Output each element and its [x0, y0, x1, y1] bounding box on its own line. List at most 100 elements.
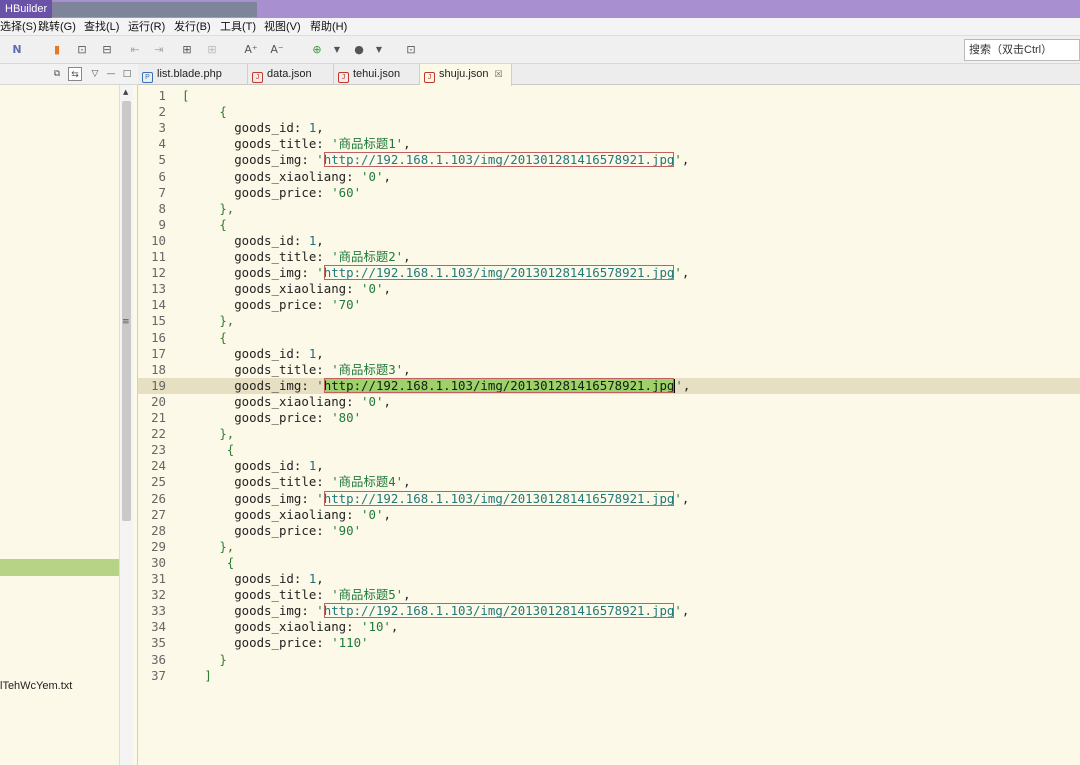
- run-dropdown-icon[interactable]: ▼: [330, 42, 344, 56]
- code-token: goods_id:: [182, 345, 309, 361]
- code-token: ,: [383, 281, 391, 297]
- code-line[interactable]: 9 {: [138, 217, 1080, 233]
- link-editor-icon[interactable]: ⇆: [68, 67, 82, 81]
- comment-icon[interactable]: ⊞: [180, 42, 194, 56]
- code-line[interactable]: 13 goods_xiaoliang: '0',: [138, 281, 1080, 297]
- line-number: 16: [151, 329, 166, 345]
- bookmark-icon[interactable]: ▮: [50, 42, 64, 56]
- code-line[interactable]: 3 goods_id: 1,: [138, 120, 1080, 136]
- code-line[interactable]: 27 goods_xiaoliang: '0',: [138, 507, 1080, 523]
- minimize-icon[interactable]: —: [104, 67, 118, 81]
- new-file-icon[interactable]: ⊡: [75, 42, 89, 56]
- browser-icon[interactable]: ●: [352, 42, 366, 56]
- code-line[interactable]: 25 goods_title: '商品标题4',: [138, 474, 1080, 490]
- font-increase-icon[interactable]: A⁺: [244, 42, 258, 56]
- code-line[interactable]: 6 goods_xiaoliang: '0',: [138, 169, 1080, 185]
- tab-list-blade-php[interactable]: Plist.blade.php: [138, 64, 248, 85]
- code-token: ,: [316, 458, 324, 474]
- code-line[interactable]: 2 {: [138, 104, 1080, 120]
- line-number: 1: [158, 88, 166, 103]
- menu-select[interactable]: 选择(S): [0, 18, 37, 36]
- indent-right-icon[interactable]: ⇥: [152, 42, 166, 56]
- code-token: ,: [681, 490, 690, 506]
- code-line[interactable]: 36 }: [138, 652, 1080, 668]
- browser-dropdown-icon[interactable]: ▼: [372, 42, 386, 56]
- code-editor[interactable]: 1[2 {3 goods_id: 1, 4 goods_title: '商品标题1…: [138, 86, 1080, 765]
- code-token: '110': [331, 635, 369, 651]
- code-line[interactable]: 8 },: [138, 201, 1080, 217]
- scroll-thumb[interactable]: [122, 101, 131, 521]
- tree-file-item[interactable]: lTehWcYem.txt: [0, 680, 72, 692]
- code-line[interactable]: 22 },: [138, 426, 1080, 442]
- code-line[interactable]: 33 goods_img: 'http://192.168.1.103/img/…: [138, 603, 1080, 619]
- tab-data-json[interactable]: Jdata.json: [248, 64, 334, 85]
- url-token: http://192.168.1.103/img/201301281416578…: [323, 265, 675, 281]
- code-line[interactable]: 35 goods_price: '110': [138, 635, 1080, 651]
- code-line[interactable]: 16 {: [138, 330, 1080, 346]
- line-number: 36: [151, 651, 166, 667]
- code-line[interactable]: 20 goods_xiaoliang: '0',: [138, 394, 1080, 410]
- n-icon[interactable]: N: [10, 42, 24, 56]
- selected-tree-item[interactable]: [0, 559, 119, 576]
- menu-run[interactable]: 运行(R): [128, 18, 165, 36]
- menu-tools[interactable]: 工具(T): [220, 18, 256, 36]
- code-line[interactable]: 21 goods_price: '80': [138, 410, 1080, 426]
- code-line[interactable]: 1[: [138, 88, 1080, 104]
- tab-shuju-json[interactable]: Jshuju.json ☒: [420, 64, 512, 86]
- font-decrease-icon[interactable]: A⁻: [270, 42, 284, 56]
- code-line[interactable]: 29 },: [138, 539, 1080, 555]
- menu-publish[interactable]: 发行(B): [174, 18, 211, 36]
- code-line[interactable]: 15 },: [138, 313, 1080, 329]
- code-line[interactable]: 10 goods_id: 1,: [138, 233, 1080, 249]
- menu-find[interactable]: 查找(L): [84, 18, 119, 36]
- code-line[interactable]: 30 {: [138, 555, 1080, 571]
- code-line[interactable]: 34 goods_xiaoliang: '10',: [138, 619, 1080, 635]
- line-code: goods_img: 'http://192.168.1.103/img/201…: [182, 265, 689, 281]
- close-tab-icon[interactable]: ☒: [495, 69, 503, 79]
- code-line[interactable]: 11 goods_title: '商品标题2',: [138, 249, 1080, 265]
- code-line[interactable]: 26 goods_img: 'http://192.168.1.103/img/…: [138, 490, 1080, 507]
- menu-goto[interactable]: 跳转(G): [38, 18, 76, 36]
- line-number: 8: [158, 200, 166, 216]
- code-line[interactable]: 37 ]: [138, 668, 1080, 684]
- code-line[interactable]: 4 goods_title: '商品标题1',: [138, 136, 1080, 152]
- indent-left-icon[interactable]: ⇤: [128, 42, 142, 56]
- tab-tehui-json[interactable]: Jtehui.json: [334, 64, 420, 85]
- code-line[interactable]: 19 goods_img: 'http://192.168.1.103/img/…: [138, 377, 1080, 394]
- menu-help[interactable]: 帮助(H): [310, 18, 347, 36]
- code-line[interactable]: 14 goods_price: '70': [138, 297, 1080, 313]
- code-line[interactable]: 24 goods_id: 1,: [138, 458, 1080, 474]
- code-token: ': [316, 265, 324, 281]
- code-line[interactable]: 17 goods_id: 1,: [138, 346, 1080, 362]
- code-line[interactable]: 12 goods_img: 'http://192.168.1.103/img/…: [138, 265, 1080, 281]
- line-number: 31: [151, 571, 166, 586]
- line-number: 19: [151, 377, 166, 393]
- code-token: goods_id:: [182, 120, 309, 136]
- code-line[interactable]: 23 {: [138, 442, 1080, 458]
- code-line[interactable]: 7 goods_price: '60': [138, 185, 1080, 201]
- code-line[interactable]: 28 goods_price: '90': [138, 523, 1080, 539]
- run-icon[interactable]: ⊕: [310, 42, 324, 56]
- line-code: {: [182, 442, 234, 458]
- feedback-icon[interactable]: ⊡: [404, 42, 418, 56]
- code-line[interactable]: 32 goods_title: '商品标题5',: [138, 587, 1080, 603]
- collapse-icon[interactable]: ⧉: [50, 67, 64, 81]
- maximize-icon[interactable]: □: [120, 67, 134, 81]
- uncomment-icon[interactable]: ⊞: [205, 42, 219, 56]
- menu-view[interactable]: 视图(V): [264, 18, 301, 36]
- line-code: ]: [182, 668, 211, 684]
- project-scrollbar[interactable]: ▲ ≡: [119, 85, 133, 765]
- line-number: 29: [151, 538, 166, 554]
- view-menu-icon[interactable]: ▽: [88, 67, 102, 81]
- export-icon[interactable]: ⊟: [100, 42, 114, 56]
- code-line[interactable]: 31 goods_id: 1,: [138, 571, 1080, 587]
- code-line[interactable]: 5 goods_img: 'http://192.168.1.103/img/2…: [138, 152, 1080, 168]
- scroll-up-icon[interactable]: ▲: [123, 88, 128, 96]
- line-code: goods_xiaoliang: '0',: [182, 507, 391, 523]
- code-token: '0': [361, 281, 384, 297]
- line-code: goods_title: '商品标题2',: [182, 249, 410, 265]
- code-line[interactable]: 18 goods_title: '商品标题3',: [138, 362, 1080, 378]
- search-input[interactable]: 搜索（双击Ctrl）: [964, 39, 1080, 61]
